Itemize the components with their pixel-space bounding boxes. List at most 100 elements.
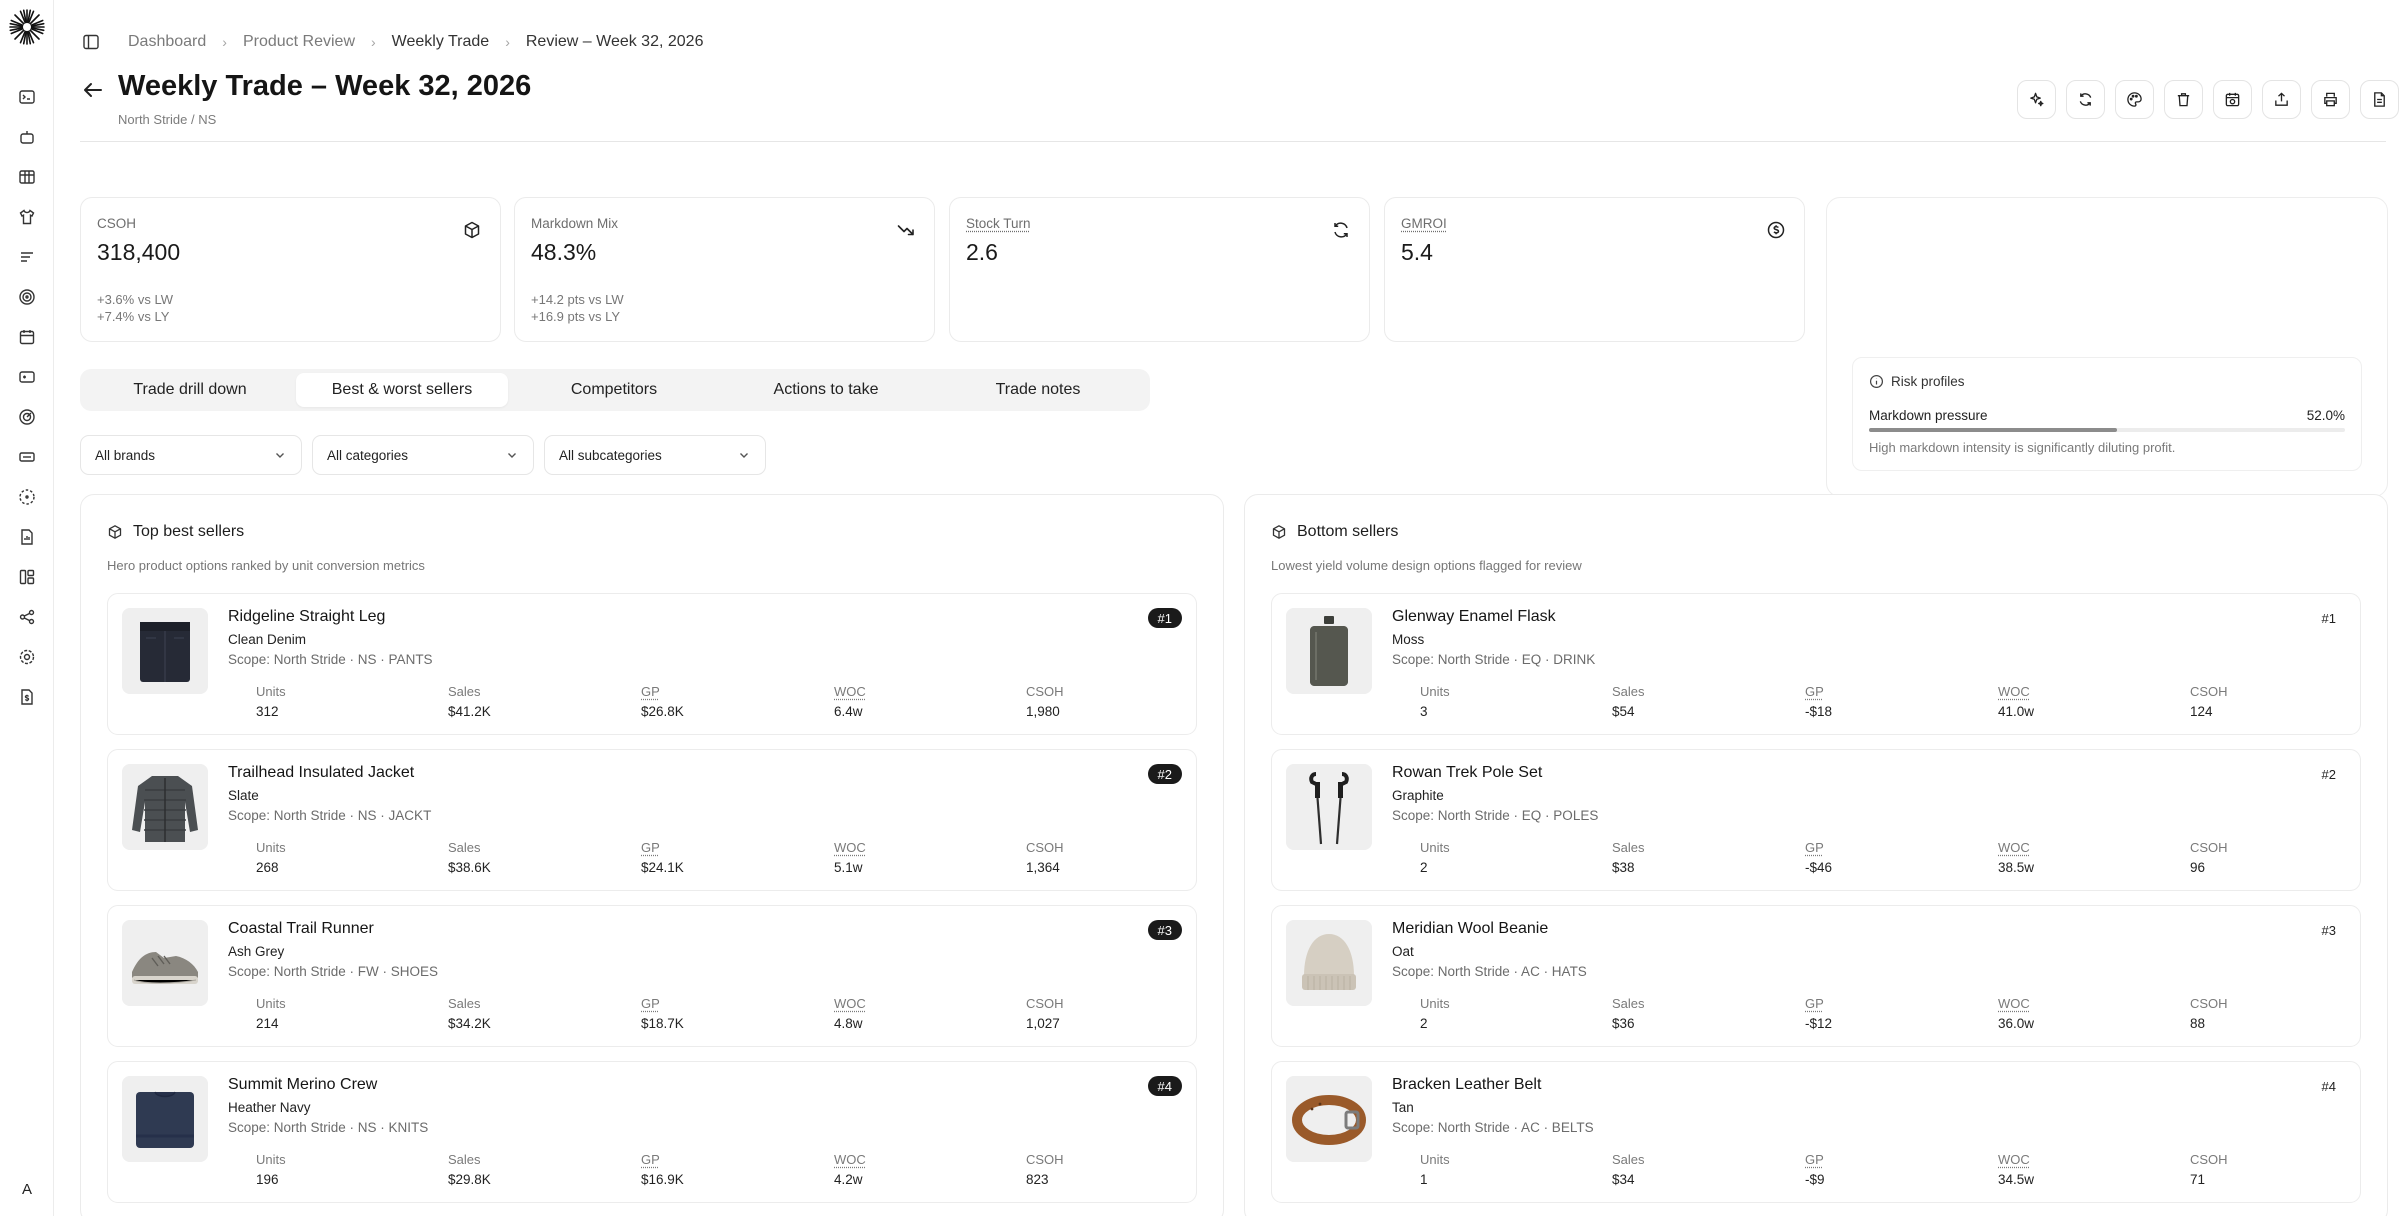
risk-header: Risk profiles bbox=[1869, 374, 1965, 389]
metric-value: 36.0w bbox=[1998, 1016, 2148, 1031]
breadcrumb-dashboard[interactable]: Dashboard bbox=[128, 33, 206, 51]
best-seller-product-card[interactable]: Ridgeline Straight Leg Clean Denim Scope: … bbox=[107, 593, 1197, 735]
export-button[interactable] bbox=[2262, 80, 2301, 119]
target-icon[interactable] bbox=[15, 285, 39, 309]
kpi-card-csoh[interactable]: CSOH 318,400 +3.6% vs LW +7.4% vs LY bbox=[80, 197, 501, 342]
bot-icon[interactable] bbox=[15, 125, 39, 149]
metric-gp: GP -$18 bbox=[1805, 684, 1955, 719]
document-dollar-icon[interactable] bbox=[15, 685, 39, 709]
product-name: Meridian Wool Beanie bbox=[1392, 920, 1548, 938]
metric-label: CSOH bbox=[2190, 1152, 2340, 1167]
gamepad-icon[interactable] bbox=[15, 365, 39, 389]
product-image bbox=[122, 608, 208, 694]
tab-trade-drill-down[interactable]: Trade drill down bbox=[84, 373, 296, 407]
metric-woc: WOC 34.5w bbox=[1998, 1152, 2148, 1187]
kpi-delta-lw: +14.2 pts vs LW bbox=[531, 292, 624, 307]
share-icon[interactable] bbox=[15, 605, 39, 629]
metric-value: $34.2K bbox=[448, 1016, 598, 1031]
table-icon[interactable] bbox=[15, 165, 39, 189]
metric-woc: WOC 36.0w bbox=[1998, 996, 2148, 1031]
user-avatar[interactable]: A bbox=[12, 1178, 42, 1202]
metric-value: 823 bbox=[1026, 1172, 1176, 1187]
calendar-icon[interactable] bbox=[15, 325, 39, 349]
dashed-circle-icon[interactable] bbox=[15, 485, 39, 509]
tab-actions-to-take[interactable]: Actions to take bbox=[720, 373, 932, 407]
tab-competitors[interactable]: Competitors bbox=[508, 373, 720, 407]
metric-sales: Sales $29.8K bbox=[448, 1152, 598, 1187]
report-icon[interactable] bbox=[15, 525, 39, 549]
product-image bbox=[1286, 1076, 1372, 1162]
metric-value: $26.8K bbox=[641, 704, 791, 719]
metric-label: GP bbox=[641, 1152, 791, 1167]
settings-icon[interactable] bbox=[15, 645, 39, 669]
metric-label: Units bbox=[256, 996, 406, 1011]
kpi-card-gmroi[interactable]: GMROI 5.4 bbox=[1384, 197, 1805, 342]
metric-value: 124 bbox=[2190, 704, 2340, 719]
bottom-seller-product-card[interactable]: Rowan Trek Pole Set Graphite Scope: North … bbox=[1271, 749, 2361, 891]
rank-badge: #2 bbox=[2312, 764, 2346, 784]
rank-badge: #3 bbox=[2312, 920, 2346, 940]
risk-label: Markdown pressure bbox=[1869, 408, 1988, 423]
product-image bbox=[1286, 608, 1372, 694]
breadcrumb-weekly-trade[interactable]: Weekly Trade bbox=[392, 33, 490, 51]
risk-percent: 52.0% bbox=[2307, 408, 2345, 423]
document-button[interactable] bbox=[2360, 80, 2399, 119]
metric-value: 2 bbox=[1420, 860, 1570, 875]
delete-button[interactable] bbox=[2164, 80, 2203, 119]
product-colorway: Graphite bbox=[1392, 788, 1444, 803]
best-seller-product-card[interactable]: Summit Merino Crew Heather Navy Scope: Nor… bbox=[107, 1061, 1197, 1203]
radar-icon[interactable] bbox=[15, 405, 39, 429]
kpi-card-markdown-mix[interactable]: Markdown Mix 48.3% +14.2 pts vs LW +16.9… bbox=[514, 197, 935, 342]
kpi-value: 318,400 bbox=[97, 239, 180, 266]
terminal-icon[interactable] bbox=[15, 85, 39, 109]
category-filter-select[interactable]: All categories bbox=[312, 435, 534, 475]
product-scope: Scope: North Stride · AC · HATS bbox=[1392, 964, 1587, 979]
ticket-icon[interactable] bbox=[15, 445, 39, 469]
bottom-seller-product-card[interactable]: Meridian Wool Beanie Oat Scope: North Stri… bbox=[1271, 905, 2361, 1047]
header-actions bbox=[2017, 80, 2399, 119]
kpi-card-stock-turn[interactable]: Stock Turn 2.6 bbox=[949, 197, 1370, 342]
metric-label: Units bbox=[256, 1152, 406, 1167]
bottom-sellers-panel: Bottom sellers Lowest yield volume desig… bbox=[1244, 494, 2388, 1216]
tab-best-worst-sellers[interactable]: Best & worst sellers bbox=[296, 373, 508, 407]
layout-icon[interactable] bbox=[15, 565, 39, 589]
metric-csoh: CSOH 1,980 bbox=[1026, 684, 1176, 719]
risk-description: High markdown intensity is significantly… bbox=[1869, 440, 2175, 455]
ai-sparkle-button[interactable] bbox=[2017, 80, 2056, 119]
print-button[interactable] bbox=[2311, 80, 2350, 119]
metric-value: 41.0w bbox=[1998, 704, 2148, 719]
breadcrumb-product-review[interactable]: Product Review bbox=[243, 33, 355, 51]
package-icon bbox=[1271, 524, 1287, 540]
trending-down-icon bbox=[896, 220, 916, 240]
breadcrumb: Dashboard › Product Review › Weekly Trad… bbox=[80, 30, 703, 54]
bottom-seller-product-card[interactable]: Bracken Leather Belt Tan Scope: North Stri… bbox=[1271, 1061, 2361, 1203]
schedule-button[interactable] bbox=[2213, 80, 2252, 119]
metric-value: 268 bbox=[256, 860, 406, 875]
risk-progress-fill bbox=[1869, 428, 2117, 432]
back-arrow-icon[interactable] bbox=[80, 77, 106, 103]
metric-label: WOC bbox=[834, 684, 984, 699]
metric-label: Units bbox=[1420, 684, 1570, 699]
tab-trade-notes[interactable]: Trade notes bbox=[932, 373, 1144, 407]
palette-button[interactable] bbox=[2115, 80, 2154, 119]
shirt-icon[interactable] bbox=[15, 205, 39, 229]
metric-label: Units bbox=[256, 840, 406, 855]
best-seller-product-card[interactable]: Trailhead Insulated Jacket Slate Scope: No… bbox=[107, 749, 1197, 891]
brand-logo-icon[interactable] bbox=[8, 8, 46, 46]
list-filter-icon[interactable] bbox=[15, 245, 39, 269]
brand-filter-select[interactable]: All brands bbox=[80, 435, 302, 475]
kpi-label: CSOH bbox=[97, 216, 136, 231]
metric-value: $34 bbox=[1612, 1172, 1762, 1187]
metric-label: Sales bbox=[1612, 840, 1762, 855]
sidebar-toggle-icon[interactable] bbox=[80, 31, 102, 53]
rank-badge: #3 bbox=[1148, 920, 1182, 940]
best-sellers-description: Hero product options ranked by unit conv… bbox=[107, 558, 425, 573]
bottom-seller-product-card[interactable]: Glenway Enamel Flask Moss Scope: North Str… bbox=[1271, 593, 2361, 735]
metric-value: 1,980 bbox=[1026, 704, 1176, 719]
product-colorway: Slate bbox=[228, 788, 259, 803]
refresh-button[interactable] bbox=[2066, 80, 2105, 119]
metric-label: Units bbox=[1420, 1152, 1570, 1167]
metric-value: 96 bbox=[2190, 860, 2340, 875]
subcategory-filter-select[interactable]: All subcategories bbox=[544, 435, 766, 475]
best-seller-product-card[interactable]: Coastal Trail Runner Ash Grey Scope: North… bbox=[107, 905, 1197, 1047]
